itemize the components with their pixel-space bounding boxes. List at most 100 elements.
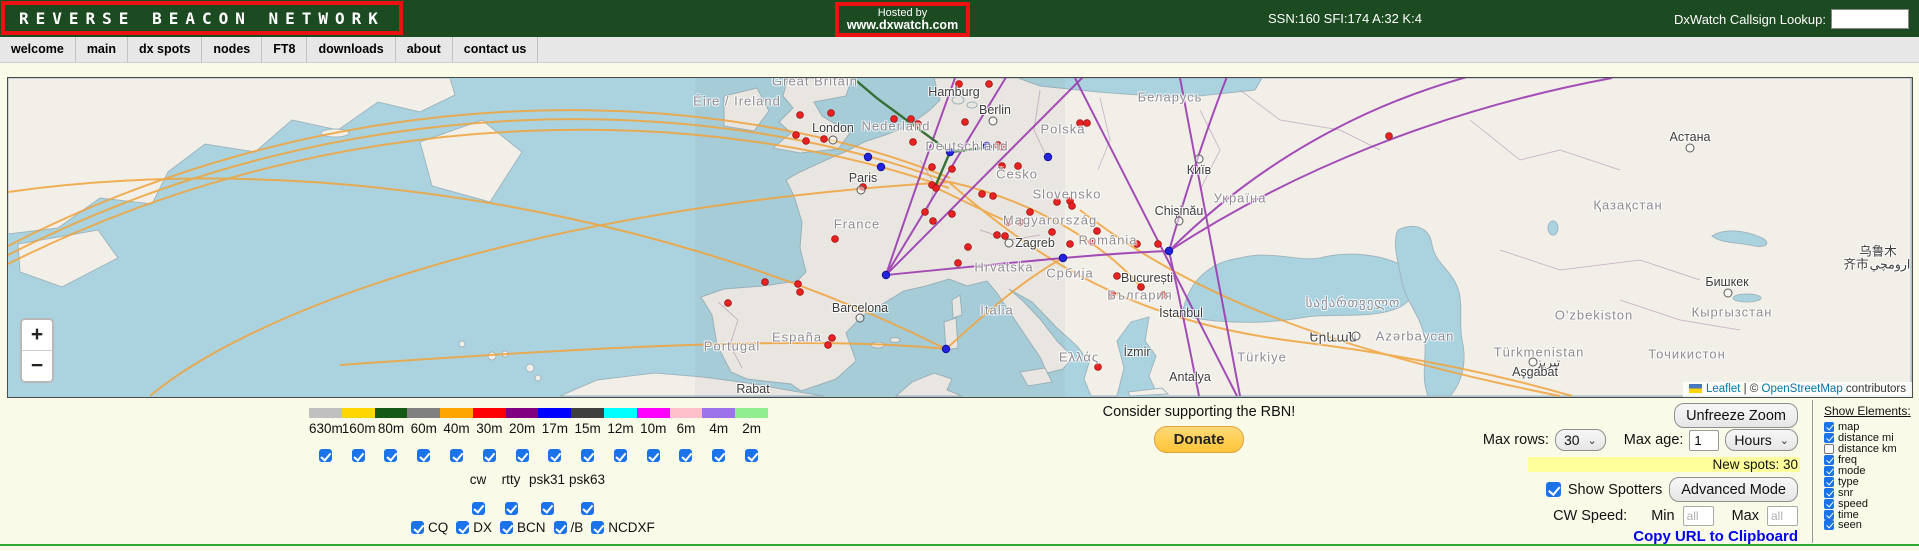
band-checkbox-60m[interactable]: [417, 449, 430, 462]
show-element-checkbox-mode[interactable]: [1824, 466, 1834, 476]
nav-item-main[interactable]: main: [76, 37, 128, 62]
place-icon: [857, 186, 866, 195]
zoom-in-button[interactable]: +: [22, 320, 52, 351]
type-filters: CQDXBCN/BNCDXF: [411, 520, 655, 535]
copy-url-link[interactable]: Copy URL to Clipboard: [1633, 528, 1798, 545]
nav-item-welcome[interactable]: welcome: [0, 37, 76, 62]
nav-item-FT8[interactable]: FT8: [262, 37, 307, 62]
band-label-160m: 160m: [342, 421, 375, 436]
band-checkbox-4m[interactable]: [712, 449, 725, 462]
callsign-lookup-input[interactable]: [1831, 9, 1909, 29]
band-label-17m: 17m: [539, 421, 572, 436]
hosted-domain-link[interactable]: www.dxwatch.com: [839, 19, 966, 32]
nav-item-dx-spots[interactable]: dx spots: [128, 37, 202, 62]
mode-checkbox-cw[interactable]: [472, 502, 485, 515]
cw-speed-max-input[interactable]: [1767, 506, 1798, 526]
band-checkbox-40m[interactable]: [450, 449, 463, 462]
mode-filters: cwrttypsk31psk63: [461, 472, 607, 518]
max-age-input[interactable]: [1689, 430, 1719, 451]
band-swatch-15m: [571, 408, 604, 418]
type-filter-NCDXF: NCDXF: [591, 520, 655, 535]
mode-checkbox-psk31[interactable]: [541, 502, 554, 515]
band-swatch-30m: [473, 408, 506, 418]
band-swatch-40m: [440, 408, 473, 418]
show-elements-title: Show Elements:: [1824, 404, 1911, 418]
band-checkbox-2m[interactable]: [745, 449, 758, 462]
cw-speed-min-label: Min: [1651, 508, 1674, 524]
nav-item-nodes[interactable]: nodes: [202, 37, 262, 62]
advanced-mode-button[interactable]: Advanced Mode: [1669, 477, 1798, 502]
band-checkbox-6m[interactable]: [679, 449, 692, 462]
show-element-checkbox-type[interactable]: [1824, 477, 1834, 487]
type-filter-BCN: BCN: [500, 520, 546, 535]
band-checkbox-630m[interactable]: [319, 449, 332, 462]
place-icon: [1175, 217, 1184, 226]
max-rows-select[interactable]: 30⌄: [1555, 429, 1606, 451]
band-checkbox-17m[interactable]: [548, 449, 561, 462]
show-element-checkbox-speed[interactable]: [1824, 499, 1834, 509]
band-checkbox-30m[interactable]: [483, 449, 496, 462]
show-spotters-checkbox[interactable]: [1546, 482, 1561, 497]
place-icon: [1352, 332, 1361, 341]
max-age-unit-select[interactable]: Hours⌄: [1725, 429, 1798, 451]
band-label-10m: 10m: [637, 421, 670, 436]
zoom-out-button[interactable]: −: [22, 351, 52, 381]
new-spots-banner: New spots: 30: [1528, 457, 1800, 472]
band-color-strip: [309, 408, 768, 418]
nav-item-about[interactable]: about: [396, 37, 453, 62]
band-label-15m: 15m: [571, 421, 604, 436]
mode-checkbox-rtty[interactable]: [505, 502, 518, 515]
show-element-type: type: [1824, 476, 1911, 487]
type-checkbox-CQ[interactable]: [411, 521, 424, 534]
chevron-down-icon: ⌄: [1780, 434, 1789, 447]
type-checkbox-B[interactable]: [554, 521, 567, 534]
map-zoom-control: + −: [20, 318, 54, 383]
nav-bar: welcomemaindx spotsnodesFT8downloadsabou…: [0, 37, 1919, 63]
show-element-checkbox-map[interactable]: [1824, 422, 1834, 432]
band-checkbox-20m[interactable]: [516, 449, 529, 462]
type-checkbox-NCDXF[interactable]: [591, 521, 604, 534]
type-filter-DX: DX: [456, 520, 492, 535]
band-label-12m: 12m: [604, 421, 637, 436]
band-swatch-20m: [506, 408, 539, 418]
place-icon: [1686, 144, 1695, 153]
band-label-30m: 30m: [473, 421, 506, 436]
band-label-80m: 80m: [375, 421, 408, 436]
place-icon: [856, 314, 865, 323]
type-checkbox-DX[interactable]: [456, 521, 469, 534]
mode-label-psk63: psk63: [567, 472, 607, 487]
band-checkbox-12m[interactable]: [614, 449, 627, 462]
type-label-DX: DX: [473, 520, 492, 535]
show-element-checkbox-time[interactable]: [1824, 510, 1834, 520]
band-checkbox-10m[interactable]: [647, 449, 660, 462]
type-label-BCN: BCN: [517, 520, 546, 535]
callsign-lookup: DxWatch Callsign Lookup:: [1674, 9, 1909, 29]
show-element-time: time: [1824, 509, 1911, 520]
nav-item-downloads[interactable]: downloads: [307, 37, 395, 62]
show-element-checkbox-distance-mi[interactable]: [1824, 433, 1834, 443]
show-element-checkbox-seen[interactable]: [1824, 520, 1834, 530]
cw-speed-min-input[interactable]: [1683, 506, 1714, 526]
place-icon: [1529, 358, 1538, 367]
mode-checkbox-psk63[interactable]: [581, 502, 594, 515]
callsign-lookup-label: DxWatch Callsign Lookup:: [1674, 12, 1826, 27]
openstreetmap-link[interactable]: OpenStreetMap: [1762, 383, 1843, 395]
band-checkbox-15m[interactable]: [581, 449, 594, 462]
unfreeze-zoom-button[interactable]: Unfreeze Zoom: [1674, 403, 1798, 428]
band-label-20m: 20m: [506, 421, 539, 436]
nav-item-contact-us[interactable]: contact us: [453, 37, 539, 62]
band-checkbox-80m[interactable]: [384, 449, 397, 462]
show-element-checkbox-freq[interactable]: [1824, 455, 1834, 465]
show-element-checkbox-distance-km[interactable]: [1824, 444, 1834, 454]
band-swatch-160m: [342, 408, 375, 418]
type-checkbox-BCN[interactable]: [500, 521, 513, 534]
show-element-checkbox-snr[interactable]: [1824, 488, 1834, 498]
hosted-by-highlight-box: Hosted by www.dxwatch.com: [835, 2, 970, 37]
leaflet-link[interactable]: Leaflet: [1706, 383, 1741, 395]
band-label-60m: 60m: [407, 421, 440, 436]
map[interactable]: Great BritainÉire / IrelandLondonNederla…: [7, 77, 1913, 398]
donate-button[interactable]: Donate: [1154, 426, 1244, 453]
mode-label-psk31: psk31: [527, 472, 567, 487]
band-checkbox-160m[interactable]: [352, 449, 365, 462]
map-canvas: [8, 78, 1912, 397]
